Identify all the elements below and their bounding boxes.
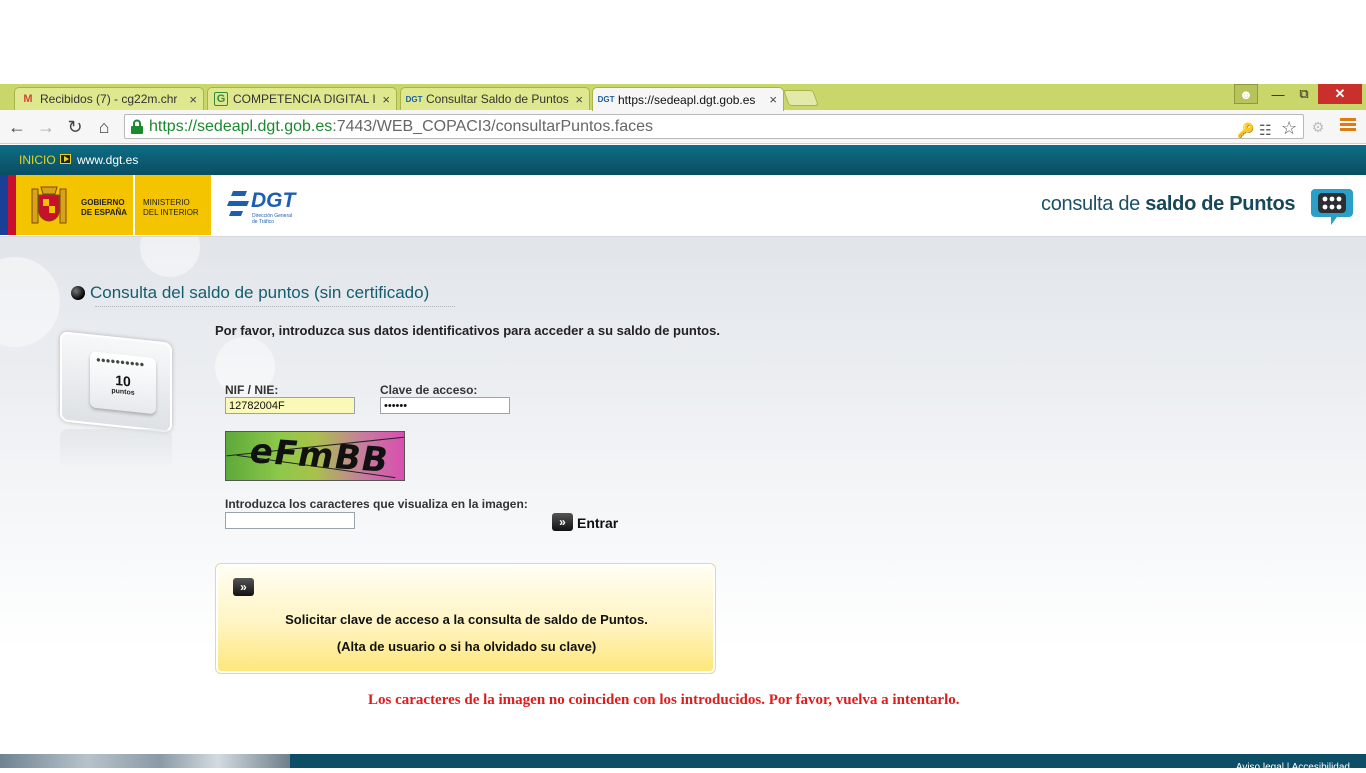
minimize-button[interactable]: — [1266,84,1290,104]
close-window-button[interactable]: ✕ [1318,84,1362,104]
tab-gmail[interactable]: M Recibidos (7) - cg22m.chr × [14,87,204,110]
gov-line1: GOBIERNO [81,198,125,207]
gobierno-logo[interactable]: GOBIERNO DE ESPAÑA MINISTERIO DEL INTERI… [0,175,211,235]
tab-title: Recibidos (7) - cg22m.chr [40,92,178,106]
blank-area [0,0,1366,84]
nif-input[interactable] [225,397,355,414]
chat-bubble-icon [1311,189,1353,225]
reload-icon[interactable]: ↻ [65,117,85,137]
url-host: sedeapl.dgt.gob.es [197,117,333,135]
close-icon[interactable]: × [189,92,197,107]
gov-line2: DE ESPAÑA [81,208,128,217]
points-card: ●●●●●●●●●● 10 puntos [60,331,172,433]
decor-bubble [0,257,60,347]
eu-flag-strip [0,175,16,235]
error-text: Los caracteres de la imagen no coinciden… [368,692,960,708]
extension-icon[interactable]: ⚙ [1308,117,1328,137]
header-title-pre: consulta de [1041,193,1146,215]
intro-text: Por favor, introduzca sus datos identifi… [215,323,720,338]
browser-toolbar: ← → ↻ ⌂ https://sedeapl.dgt.gob.es:7443/… [0,110,1366,144]
new-tab-button[interactable] [783,90,819,106]
dgt-link[interactable]: www.dgt.es [77,153,138,167]
play-icon [60,154,71,164]
clave-input[interactable] [380,397,510,414]
g-icon: G [214,92,228,106]
tab-sedeapl[interactable]: DGT https://sedeapl.dgt.gob.es × [592,87,784,111]
points-dots: ●●●●●●●●●● [96,354,145,369]
request-key-box[interactable]: » Solicitar clave de acceso a la consult… [215,563,716,674]
forward-icon[interactable]: → [36,117,56,137]
tab-strip: M Recibidos (7) - cg22m.chr × G COMPETEN… [0,84,1366,111]
gov-line4: DEL INTERIOR [143,208,199,217]
menu-icon[interactable] [1340,118,1356,134]
footer-image [0,754,290,768]
nif-label: NIF / NIE: [225,383,279,397]
site-header: GOBIERNO DE ESPAÑA MINISTERIO DEL INTERI… [0,175,1366,237]
request-line-2: (Alta de usuario o si ha olvidado su cla… [336,639,597,654]
bullet-icon [71,286,85,300]
entrar-button[interactable]: Entrar [577,515,618,531]
close-icon[interactable]: × [575,92,583,107]
request-line-1[interactable]: Solicitar clave de acceso a la consulta … [216,612,717,627]
main-content: Consulta del saldo de puntos (sin certif… [0,237,1366,754]
address-bar[interactable]: https://sedeapl.dgt.gob.es:7443/WEB_COPA… [124,114,1304,139]
lock-icon [131,119,143,134]
header-title: consulta de saldo de Puntos [1041,193,1296,216]
close-icon[interactable]: × [769,92,777,107]
inicio-link[interactable]: INICIO [19,153,56,167]
captcha-text: eFmBB [245,431,393,481]
tab-consultar-saldo[interactable]: DGT Consultar Saldo de Puntos × [400,87,590,110]
key-icon[interactable]: 🔑 [1237,122,1254,139]
captcha-label: Introduzca los caracteres que visualiza … [225,497,528,511]
divider [133,175,135,235]
tab-title: Consultar Saldo de Puntos [426,92,569,106]
points-card-reflection [60,429,172,469]
gmail-icon: M [23,93,33,105]
restore-button[interactable]: ⧉ [1292,84,1316,104]
entrar-arrow-icon[interactable]: » [552,513,573,531]
captcha-image: eFmBB [225,431,405,481]
site-footer: Aviso legal | Accesibilidad [0,754,1366,773]
close-icon[interactable]: × [382,92,390,107]
dgt-sub2: de Tráfico [252,219,274,225]
title-underline [95,306,455,307]
coat-of-arms-icon [31,186,67,224]
request-arrow-icon[interactable]: » [233,578,254,596]
site-topbar: INICIO www.dgt.es [0,145,1366,175]
back-icon[interactable]: ← [7,117,27,137]
dgt-symbol-icon [227,191,249,216]
points-display: ●●●●●●●●●● 10 puntos [90,351,156,415]
home-icon[interactable]: ⌂ [94,117,114,137]
section-title-text: Consulta del saldo de puntos (sin certif… [90,283,430,302]
tab-title: https://sedeapl.dgt.gob.es [618,92,756,107]
dgt-name: DGT [251,189,296,212]
dgt-icon: DGT [405,94,423,104]
url-scheme: https:// [149,117,198,135]
header-title-bold: saldo de Puntos [1145,193,1296,215]
decor-bubble [140,237,200,277]
dgt-icon: DGT [597,95,615,104]
user-icon[interactable]: ☻ [1234,84,1258,104]
star-icon[interactable]: ☆ [1281,118,1297,139]
gov-line3: MINISTERIO [143,198,190,207]
section-title: Consulta del saldo de puntos (sin certif… [71,283,429,303]
tab-title: COMPETENCIA DIGITAL III [233,92,377,106]
url-path: :7443/WEB_COPACI3/consultarPuntos.faces [332,117,653,135]
captcha-input[interactable] [225,512,355,529]
dgt-logo[interactable]: DGT Dirección General de Tráfico [225,187,305,227]
translate-icon[interactable]: ☷ [1259,122,1272,139]
tab-competencia[interactable]: G COMPETENCIA DIGITAL III × [207,87,397,110]
clave-label: Clave de acceso: [380,383,478,397]
